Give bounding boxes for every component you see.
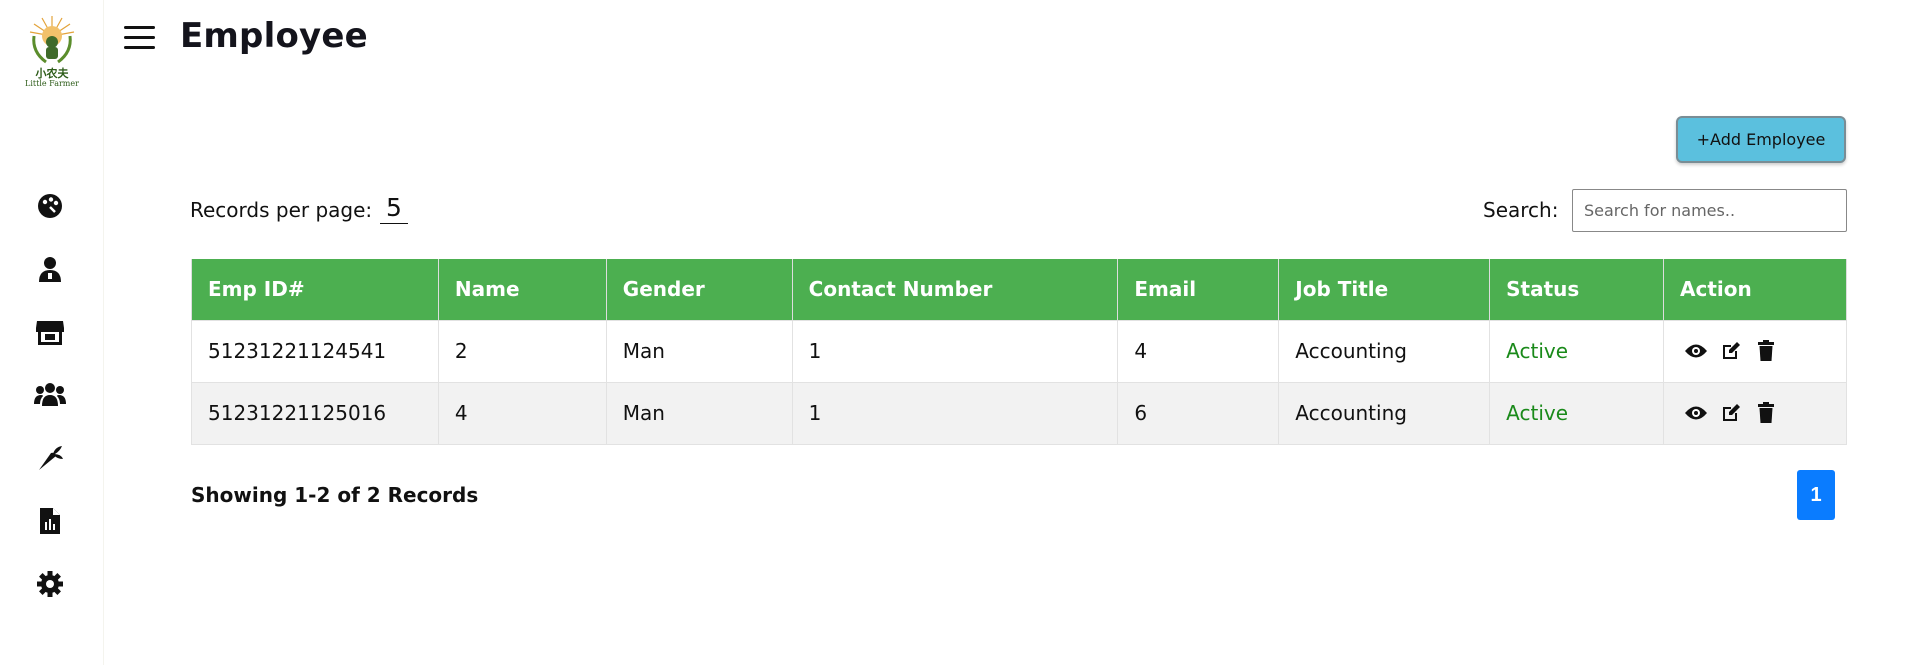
pagination-page-button[interactable]: 1 xyxy=(1797,470,1835,520)
brand-logo[interactable]: 小农夫 Little Farmer xyxy=(20,14,84,92)
cell-status: Active xyxy=(1489,381,1665,445)
sidebar-item-dashboard[interactable] xyxy=(34,190,66,222)
column-header-name[interactable]: Name xyxy=(437,259,607,320)
cell-emp-id: 51231221125016 xyxy=(191,381,439,445)
cell-gender: Man xyxy=(605,381,793,445)
user-icon xyxy=(39,257,61,282)
gear-icon xyxy=(37,571,63,597)
table-row[interactable]: 51231221125016 4 Man 1 6 Accounting Acti… xyxy=(191,381,1847,445)
logo-graphic xyxy=(29,16,75,64)
column-header-email[interactable]: Email xyxy=(1117,259,1280,320)
delete-icon[interactable] xyxy=(1754,339,1778,363)
cell-status: Active xyxy=(1489,319,1665,383)
brand-name-en: Little Farmer xyxy=(25,79,79,88)
palette-icon xyxy=(38,194,62,218)
page-title: Employee xyxy=(180,16,368,56)
cell-actions xyxy=(1663,319,1847,383)
hamburger-bar xyxy=(124,26,155,29)
records-per-page-select[interactable]: 5 xyxy=(380,193,408,224)
sidebar-item-store[interactable] xyxy=(34,316,66,348)
table-header-row: Emp ID# Name Gender Contact Number Email… xyxy=(191,259,1847,320)
search-label: Search: xyxy=(1483,198,1559,222)
cell-contact: 1 xyxy=(791,381,1119,445)
hamburger-bar xyxy=(124,36,155,39)
cell-emp-id: 51231221124541 xyxy=(191,319,439,383)
view-icon[interactable] xyxy=(1684,339,1708,363)
menu-toggle-button[interactable] xyxy=(124,26,156,52)
sidebar: 小农夫 Little Farmer xyxy=(0,0,104,665)
records-per-page-label: Records per page: xyxy=(190,198,373,222)
column-header-contact[interactable]: Contact Number xyxy=(791,259,1119,320)
hamburger-bar xyxy=(124,46,155,49)
cell-contact: 1 xyxy=(791,319,1119,383)
cell-name: 2 xyxy=(437,319,607,383)
edit-icon[interactable] xyxy=(1719,339,1743,363)
sidebar-item-reports[interactable] xyxy=(34,505,66,537)
sidebar-item-employees[interactable] xyxy=(34,378,66,410)
carrot-icon xyxy=(39,446,63,470)
cell-job-title: Accounting xyxy=(1278,381,1491,445)
cell-email: 6 xyxy=(1117,381,1280,445)
edit-icon[interactable] xyxy=(1719,401,1743,425)
column-header-emp-id[interactable]: Emp ID# xyxy=(191,259,439,320)
cell-email: 4 xyxy=(1117,319,1280,383)
employee-table: Emp ID# Name Gender Contact Number Email… xyxy=(191,259,1847,445)
add-employee-button[interactable]: +Add Employee xyxy=(1676,116,1846,163)
view-icon[interactable] xyxy=(1684,401,1708,425)
cell-name: 4 xyxy=(437,381,607,445)
column-header-status[interactable]: Status xyxy=(1489,259,1665,320)
search-input[interactable] xyxy=(1572,189,1847,232)
column-header-job-title[interactable]: Job Title xyxy=(1278,259,1491,320)
report-icon xyxy=(40,508,60,534)
cell-actions xyxy=(1663,381,1847,445)
users-group-icon xyxy=(34,383,66,406)
sidebar-item-products[interactable] xyxy=(34,442,66,474)
table-row[interactable]: 51231221124541 2 Man 1 4 Accounting Acti… xyxy=(191,319,1847,383)
cell-job-title: Accounting xyxy=(1278,319,1491,383)
column-header-action: Action xyxy=(1663,259,1847,320)
sidebar-item-settings[interactable] xyxy=(34,568,66,600)
cell-gender: Man xyxy=(605,319,793,383)
column-header-gender[interactable]: Gender xyxy=(605,259,793,320)
delete-icon[interactable] xyxy=(1754,401,1778,425)
records-summary: Showing 1-2 of 2 Records xyxy=(191,483,479,507)
sidebar-item-users[interactable] xyxy=(34,253,66,285)
store-icon xyxy=(36,321,64,345)
